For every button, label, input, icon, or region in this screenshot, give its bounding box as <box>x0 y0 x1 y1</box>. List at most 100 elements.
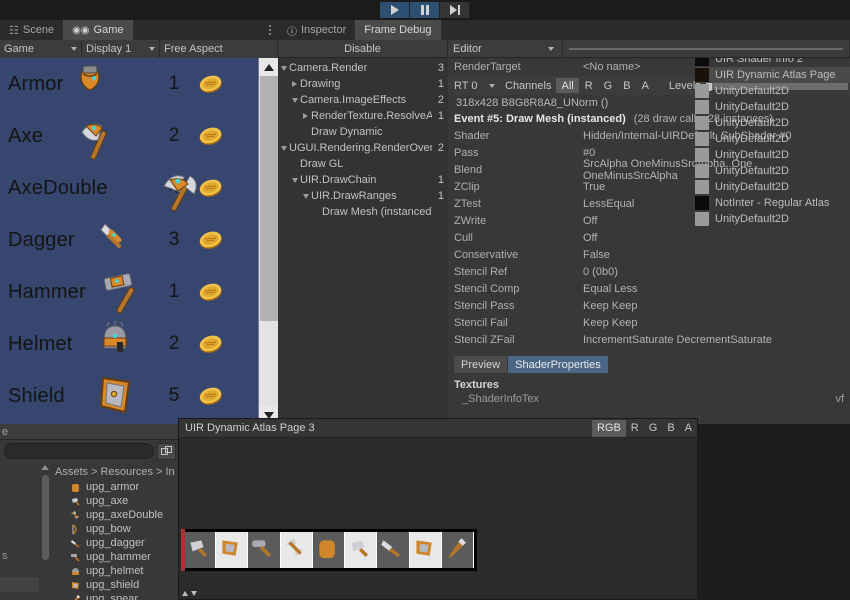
texture-list-row[interactable]: UnityDefault2D <box>695 115 850 131</box>
game-panel-tabs: ☷ Scene ◉◉ Game <box>0 20 278 40</box>
play-button[interactable] <box>380 2 410 18</box>
folder-tree-selected-row[interactable] <box>0 577 39 592</box>
chevron-down-icon[interactable] <box>289 98 300 103</box>
texture-list-row[interactable]: UIR Dynamic Atlas Page <box>695 67 850 83</box>
pause-icon <box>421 5 429 15</box>
texture-list-row[interactable]: UnityDefault2D <box>695 179 850 195</box>
disable-button[interactable]: Disable <box>278 40 448 57</box>
preview-tab-preview[interactable]: Preview <box>454 356 507 373</box>
inventory-row[interactable]: Axe2 <box>0 110 258 162</box>
game-target-dropdown[interactable]: Game <box>0 40 82 58</box>
frame-debug-tree-row[interactable]: UGUI.Rendering.RenderOverla2 <box>278 140 448 156</box>
texture-window-channel-g[interactable]: G <box>644 420 663 437</box>
project-folder-tree[interactable]: s <box>0 463 39 600</box>
rt-selector[interactable]: RT 0 <box>448 78 500 93</box>
tab-inspector[interactable]: ⓘ Inspector <box>278 20 355 40</box>
chevron-down-icon[interactable] <box>289 178 300 183</box>
scrollbar-thumb[interactable] <box>42 475 49 560</box>
texture-list-row[interactable]: UnityDefault2D <box>695 99 850 115</box>
channel-button-a[interactable]: A <box>637 78 654 93</box>
chevron-down-icon[interactable] <box>278 146 289 151</box>
game-view-scrollbar[interactable] <box>258 58 278 424</box>
shader-state-value: LessEqual <box>583 198 634 210</box>
asset-row[interactable]: upg_armor <box>51 480 180 494</box>
chevron-down-icon[interactable] <box>278 66 289 71</box>
arrow-down-icon[interactable] <box>191 591 197 596</box>
panel-menu-button[interactable] <box>262 20 278 40</box>
texture-list-row[interactable]: UnityDefault2D <box>695 131 850 147</box>
texture-list[interactable]: UIR Shader Info 2UIR Dynamic Atlas PageU… <box>695 58 850 227</box>
arrow-up-icon[interactable] <box>182 591 188 596</box>
asset-row[interactable]: upg_spear <box>51 592 180 600</box>
texture-list-row[interactable]: UnityDefault2D <box>695 211 850 227</box>
texture-preview-title: UIR Dynamic Atlas Page 3 <box>179 422 592 434</box>
breadcrumb-item[interactable]: Assets <box>55 466 88 478</box>
frame-debug-tree-row[interactable]: UIR.DrawChain1 <box>278 172 448 188</box>
channel-button-all[interactable]: All <box>556 78 578 93</box>
chevron-down-icon[interactable] <box>300 194 311 199</box>
texture-list-row[interactable]: UnityDefault2D <box>695 83 850 99</box>
editor-dropdown[interactable]: Editor <box>448 40 563 57</box>
step-button[interactable] <box>440 2 470 18</box>
tab-scene[interactable]: ☷ Scene <box>0 20 63 40</box>
display-dropdown[interactable]: Display 1 <box>82 40 160 58</box>
preview-tab-shaderproperties[interactable]: ShaderProperties <box>508 356 608 373</box>
texture-window-channel-b[interactable]: B <box>662 420 679 437</box>
channel-button-r[interactable]: R <box>580 78 598 93</box>
frame-debug-tree-row[interactable]: Draw Mesh (instanced) <box>278 204 448 220</box>
breadcrumb[interactable]: Assets>Resources>In <box>51 463 180 480</box>
texture-window-channel-r[interactable]: R <box>626 420 644 437</box>
asset-row[interactable]: upg_axe <box>51 494 180 508</box>
texture-list-row[interactable]: NotInter - Regular Atlas <box>695 195 850 211</box>
search-input[interactable] <box>4 443 154 459</box>
texture-list-row[interactable]: UnityDefault2D <box>695 163 850 179</box>
project-tree-scrollbar[interactable] <box>39 463 51 600</box>
frame-debug-tree-row[interactable]: Draw GL <box>278 156 448 172</box>
scroll-up-button[interactable] <box>259 58 279 76</box>
asset-row[interactable]: upg_axeDouble <box>51 508 180 522</box>
open-in-new-window-button[interactable] <box>157 443 176 460</box>
frame-scrubber[interactable] <box>563 40 850 57</box>
chevron-right-icon[interactable] <box>289 81 300 87</box>
texture-list-row[interactable]: UnityDefault2D <box>695 147 850 163</box>
frame-debug-tree-row[interactable]: Draw Dynamic <box>278 124 448 140</box>
pause-button[interactable] <box>410 2 440 18</box>
asset-row[interactable]: upg_dagger <box>51 536 180 550</box>
asset-row[interactable]: upg_bow <box>51 522 180 536</box>
frame-debug-tree-row[interactable]: RenderTexture.ResolveA/1 <box>278 108 448 124</box>
frame-debug-tree[interactable]: Camera.Render3Drawing1Camera.ImageEffect… <box>278 58 448 424</box>
texture-preview-canvas[interactable] <box>179 439 697 587</box>
scrollbar-thumb[interactable] <box>260 76 278 321</box>
asset-label: upg_shield <box>86 579 139 591</box>
inventory-row[interactable]: Helmet2 <box>0 318 258 370</box>
inventory-row[interactable]: Hammer1 <box>0 266 258 318</box>
atlas-strip[interactable] <box>181 529 477 571</box>
channel-button-g[interactable]: G <box>599 78 618 93</box>
tab-game[interactable]: ◉◉ Game <box>63 20 132 40</box>
inventory-row[interactable]: Dagger3 <box>0 214 258 266</box>
project-panel-tabstrip[interactable]: e <box>0 424 180 440</box>
breadcrumb-item[interactable]: Resources <box>100 466 153 478</box>
chevron-right-icon[interactable] <box>300 113 311 119</box>
texture-window-channel-a[interactable]: A <box>680 420 697 437</box>
inventory-row[interactable]: Armor1 <box>0 58 258 110</box>
inventory-row[interactable]: AxeDouble4 <box>0 162 258 214</box>
texture-window-channel-rgb[interactable]: RGB <box>592 420 626 437</box>
asset-row[interactable]: upg_helmet <box>51 564 180 578</box>
frame-debug-tree-row[interactable]: Camera.ImageEffects2 <box>278 92 448 108</box>
aspect-dropdown[interactable]: Free Aspect <box>160 40 278 58</box>
asset-row[interactable]: upg_hammer <box>51 550 180 564</box>
frame-debug-tree-row[interactable]: Camera.Render3 <box>278 60 448 76</box>
channel-button-b[interactable]: B <box>618 78 635 93</box>
frame-debug-tree-row[interactable]: UIR.DrawRanges1 <box>278 188 448 204</box>
tab-frame-debug[interactable]: Frame Debug <box>355 20 440 40</box>
breadcrumb-item[interactable]: In <box>165 466 174 478</box>
frame-debug-tree-row[interactable]: Drawing1 <box>278 76 448 92</box>
asset-row[interactable]: upg_shield <box>51 578 180 592</box>
texture-property-row[interactable]: _ShaderInfoTex vf <box>448 391 850 406</box>
texture-list-row[interactable]: UIR Shader Info 2 <box>695 58 850 67</box>
scrollbar-track[interactable] <box>259 76 279 406</box>
helmet-icon <box>95 320 135 363</box>
game-view-canvas[interactable]: Armor1Axe2AxeDouble4Dagger3Hammer1Helmet… <box>0 58 278 424</box>
inventory-row[interactable]: Shield5 <box>0 370 258 422</box>
